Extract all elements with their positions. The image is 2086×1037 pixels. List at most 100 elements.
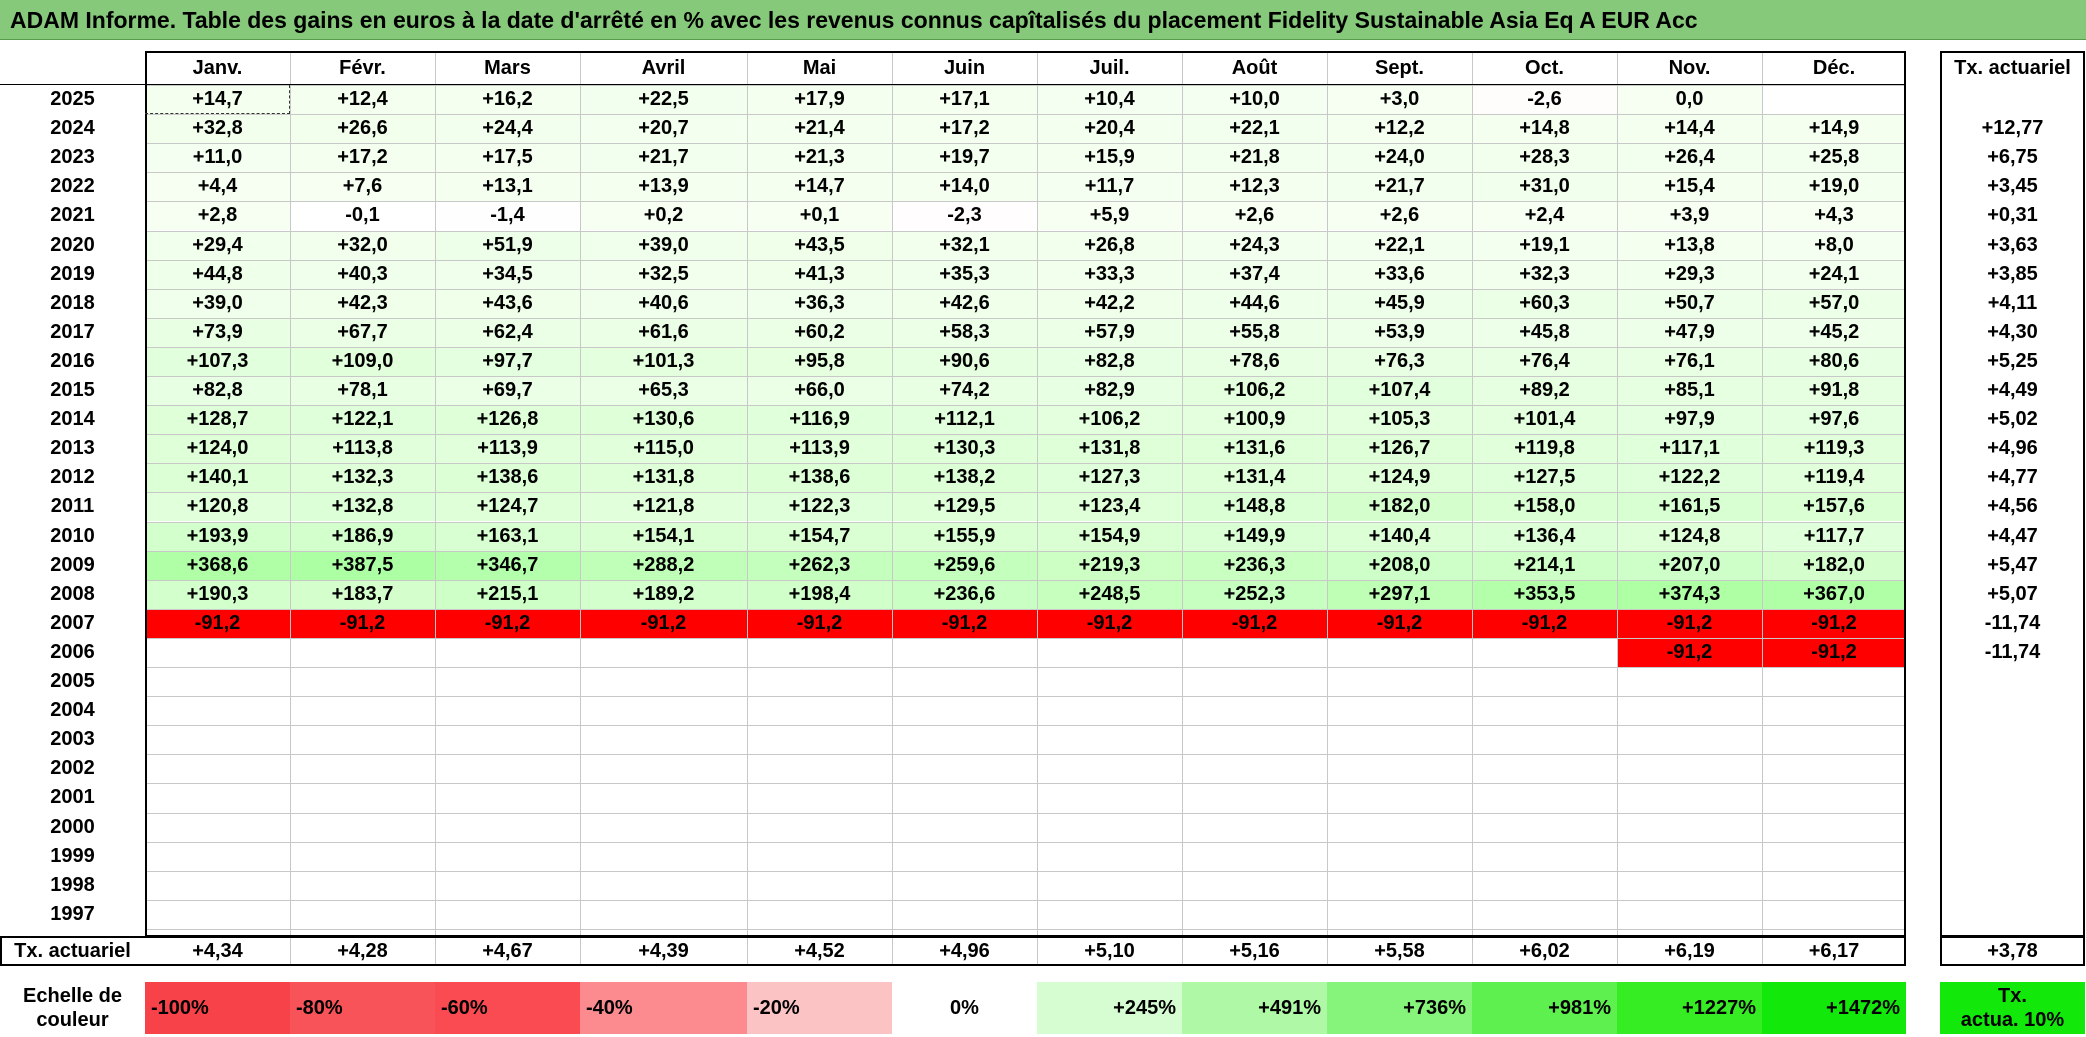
month-header: Août: [1231, 56, 1278, 79]
table-cell: +20,7: [580, 114, 747, 144]
table-cell: [747, 696, 892, 726]
grid-line: [1472, 51, 1473, 936]
year-label: 1999: [50, 844, 95, 867]
table-cell: [1182, 754, 1327, 784]
table-cell: +140,4: [1327, 521, 1472, 551]
table-cell: -91,2: [1182, 608, 1327, 638]
table-cell: [1327, 783, 1472, 813]
rate-cell: [1940, 85, 2085, 114]
footer-rate-cell: +4,96: [939, 939, 990, 962]
grid-line: [145, 346, 1906, 348]
table-cell: +11,7: [1037, 172, 1182, 202]
table-cell: +138,6: [747, 463, 892, 493]
month-header: Févr.: [339, 56, 386, 79]
table-cell: +24,4: [435, 114, 580, 144]
footer-rate-cell: +4,52: [794, 939, 845, 962]
table-cell: +4,3: [1762, 201, 1906, 231]
table-cell: +26,4: [1617, 143, 1762, 173]
rate-cell: +3,85: [1987, 262, 2038, 285]
table-cell: +236,6: [892, 579, 1037, 609]
table-cell: [580, 899, 747, 929]
legend-swatch: +981%: [1472, 982, 1617, 1034]
table-cell: +198,4: [747, 579, 892, 609]
grid-line: [145, 85, 1906, 86]
table-cell: +109,0: [290, 346, 435, 376]
rate-cell: +4,49: [1987, 379, 2038, 402]
grid-line: [145, 637, 1906, 639]
table-cell: [580, 696, 747, 726]
table-cell: +155,9: [892, 521, 1037, 551]
grid-line: [145, 579, 1906, 581]
table-cell: +106,2: [1182, 376, 1327, 406]
month-header: Oct.: [1525, 56, 1564, 79]
table-cell: +21,7: [580, 143, 747, 173]
table-cell: +13,9: [580, 172, 747, 202]
footer-rate-cell: +6,02: [1519, 939, 1570, 962]
table-cell: [435, 899, 580, 929]
table-cell: [747, 783, 892, 813]
year-label: 2023: [50, 146, 95, 169]
table-cell: [435, 812, 580, 842]
year-label: 2012: [50, 466, 95, 489]
table-cell: [892, 754, 1037, 784]
grid-line: [145, 928, 1906, 930]
table-cell: [1327, 812, 1472, 842]
grid-line: [145, 317, 1906, 319]
table-cell: [290, 870, 435, 900]
table-cell: [1472, 841, 1617, 871]
table-cell: +259,6: [892, 550, 1037, 580]
grid-line: [290, 936, 291, 966]
table-cell: +24,0: [1327, 143, 1472, 173]
rate-cell: +4,56: [1987, 495, 2038, 518]
table-cell: +53,9: [1327, 317, 1472, 347]
table-cell: +2,6: [1182, 201, 1327, 231]
table-cell: [747, 754, 892, 784]
table-cell: [1327, 725, 1472, 755]
table-cell: +122,3: [747, 492, 892, 522]
table-cell: +14,0: [892, 172, 1037, 202]
table-cell: [892, 899, 1037, 929]
table-cell: +4,4: [145, 172, 290, 202]
table-cell: +353,5: [1472, 579, 1617, 609]
table-cell: [1327, 870, 1472, 900]
rate-cell: +4,96: [1987, 437, 2038, 460]
year-label: 2015: [50, 379, 95, 402]
table-cell: [1182, 841, 1327, 871]
legend-swatch: +245%: [1037, 982, 1182, 1034]
footer-rate-cell: +5,16: [1229, 939, 1280, 962]
table-cell: +24,3: [1182, 230, 1327, 260]
table-cell: +10,4: [1037, 85, 1182, 115]
year-label: 2024: [50, 117, 95, 140]
table-cell: [1182, 812, 1327, 842]
table-cell: [435, 667, 580, 697]
table-cell: +2,4: [1472, 201, 1617, 231]
table-cell: +138,2: [892, 463, 1037, 493]
table-cell: +42,2: [1037, 288, 1182, 318]
table-cell: -91,2: [1617, 637, 1762, 667]
table-cell: +208,0: [1327, 550, 1472, 580]
table-cell: [1617, 696, 1762, 726]
table-cell: +40,3: [290, 259, 435, 289]
table-cell: [580, 870, 747, 900]
table-cell: +124,9: [1327, 463, 1472, 493]
year-label: 2000: [50, 815, 95, 838]
table-cell: +130,6: [580, 405, 747, 435]
year-label: 2011: [50, 495, 95, 518]
footer-label: Tx. actuariel: [14, 939, 131, 962]
table-cell: +50,7: [1617, 288, 1762, 318]
table-cell: +21,7: [1327, 172, 1472, 202]
table-cell: [290, 783, 435, 813]
table-cell: +368,6: [145, 550, 290, 580]
table-cell: +117,1: [1617, 434, 1762, 464]
table-cell: +55,8: [1182, 317, 1327, 347]
table-cell: -91,2: [1617, 608, 1762, 638]
table-cell: +0,1: [747, 201, 892, 231]
rate-cell: [1940, 667, 2085, 696]
table-cell: +60,3: [1472, 288, 1617, 318]
table-cell: +26,8: [1037, 230, 1182, 260]
grid-line: [580, 51, 581, 936]
table-cell: +3,0: [1327, 85, 1472, 115]
table-cell: [580, 783, 747, 813]
table-cell: +97,7: [435, 346, 580, 376]
rate-cell: +5,25: [1987, 349, 2038, 372]
